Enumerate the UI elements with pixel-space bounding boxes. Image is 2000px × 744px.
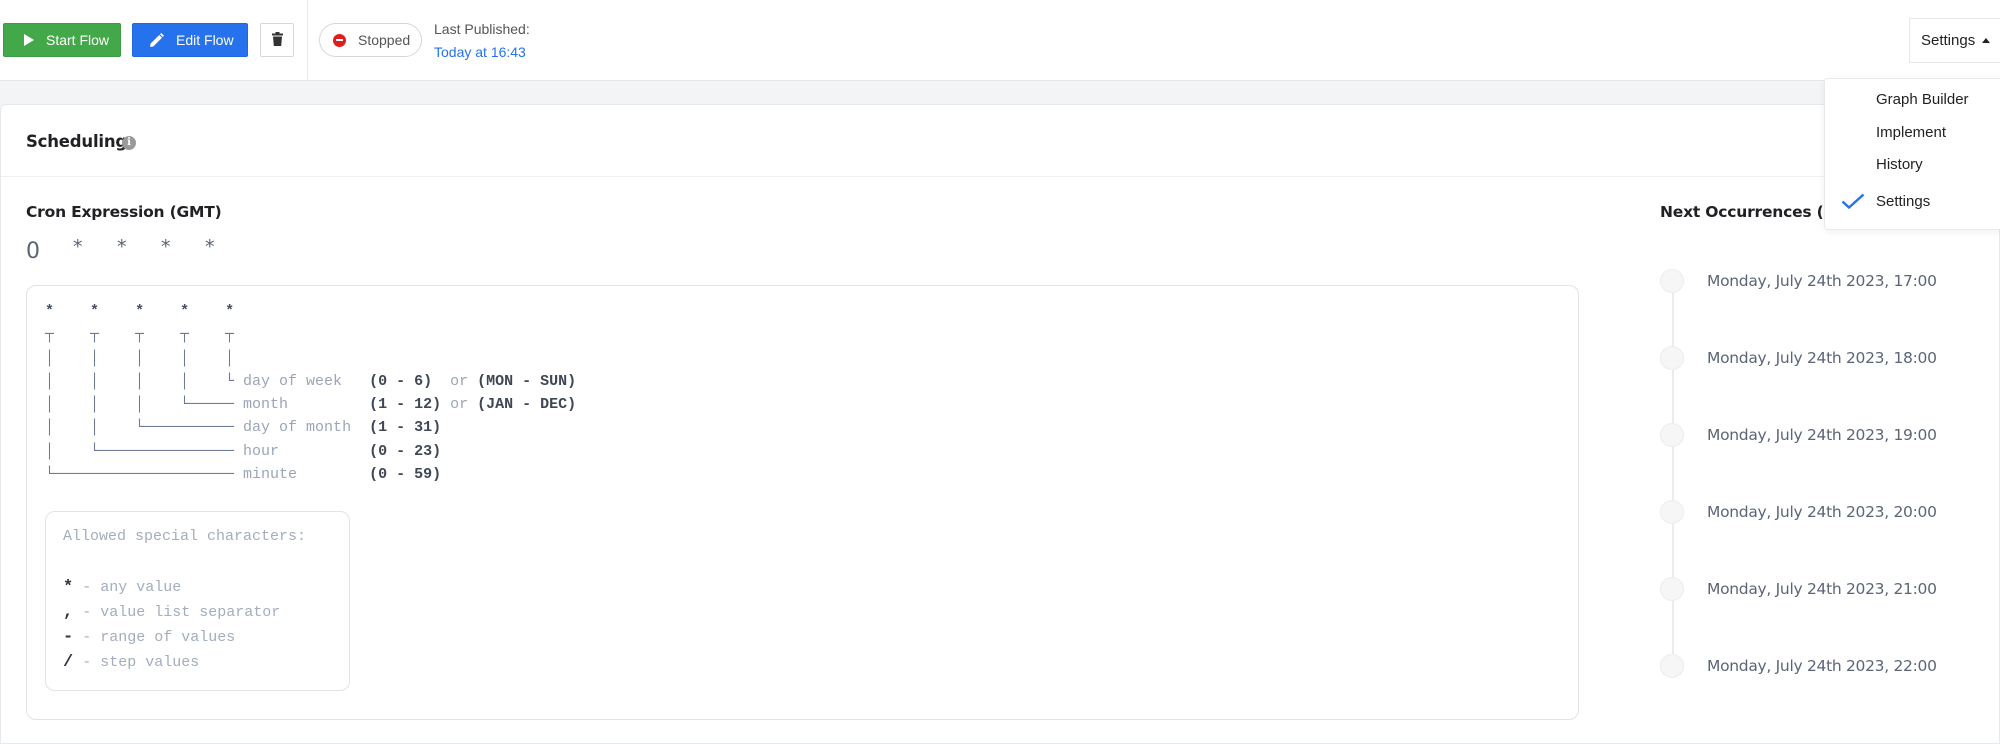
field-range: (0 - 59) xyxy=(369,466,442,484)
allowed-char: / xyxy=(63,653,74,673)
caret-up-icon xyxy=(1982,38,1991,43)
info-icon[interactable]: i xyxy=(122,136,136,150)
scheduling-card: Scheduling i Cron Expression (GMT) 0 * *… xyxy=(0,104,2000,744)
occurrence-item: Monday, July 24th 2023, 21:00 xyxy=(1660,576,1937,602)
trash-icon xyxy=(271,31,283,49)
flow-toolbar: Start Flow Edit Flow Stopped Last Publis… xyxy=(0,0,2000,81)
allowed-desc: - range of values xyxy=(82,629,236,647)
allowed-desc: - step values xyxy=(82,654,200,672)
menu-item-graph-builder[interactable]: Graph Builder xyxy=(1876,91,1969,108)
timeline-dot xyxy=(1660,577,1684,601)
occurrence-item: Monday, July 24th 2023, 17:00 xyxy=(1660,268,1937,294)
field-or: or xyxy=(450,396,469,414)
field-name: minute xyxy=(243,466,298,484)
settings-dropdown-label: Settings xyxy=(1921,32,1976,49)
stop-icon xyxy=(333,33,346,47)
cron-field-day-of-week: * xyxy=(205,236,215,258)
allowed-characters-list: Allowed special characters: * - any valu… xyxy=(63,524,306,676)
status-badge: Stopped xyxy=(319,23,422,57)
field-alt: (MON - SUN) xyxy=(477,372,577,390)
field-range: (0 - 23) xyxy=(369,442,442,460)
settings-dropdown-button[interactable]: Settings xyxy=(1909,18,2000,63)
timeline-dot xyxy=(1660,654,1684,678)
status-text: Stopped xyxy=(358,32,411,48)
timeline-line xyxy=(1672,283,1674,668)
occurrence-text: Monday, July 24th 2023, 21:00 xyxy=(1707,580,1937,598)
allowed-characters-box: Allowed special characters: * - any valu… xyxy=(45,511,350,691)
timeline-dot xyxy=(1660,500,1684,524)
timeline-dot xyxy=(1660,423,1684,447)
field-alt: (JAN - DEC) xyxy=(477,396,577,414)
toolbar-divider xyxy=(307,0,308,80)
diagram-star: * xyxy=(180,303,190,320)
field-name: hour xyxy=(243,442,280,460)
field-name: month xyxy=(243,396,289,414)
cron-field-minute: 0 xyxy=(26,239,40,264)
menu-item-settings[interactable]: Settings xyxy=(1876,193,1930,210)
occurrence-item: Monday, July 24th 2023, 18:00 xyxy=(1660,345,1937,371)
checkmark-icon xyxy=(1841,193,1865,209)
allowed-char: - xyxy=(63,628,74,648)
occurrence-text: Monday, July 24th 2023, 20:00 xyxy=(1707,503,1937,521)
occurrence-text: Monday, July 24th 2023, 22:00 xyxy=(1707,657,1937,675)
occurrence-text: Monday, July 24th 2023, 19:00 xyxy=(1707,426,1937,444)
start-flow-button[interactable]: Start Flow xyxy=(3,23,121,57)
occurrence-item: Monday, July 24th 2023, 20:00 xyxy=(1660,499,1937,525)
card-header: Scheduling i xyxy=(1,105,1999,177)
settings-dropdown-menu: Graph Builder Implement History Settings xyxy=(1824,78,2000,230)
allowed-title: Allowed special characters: xyxy=(63,528,307,545)
cron-help-box: * * * * * ┬ ┬ ┬ ┬ ┬ │ │ │ │ │ │ │ │ │ └ … xyxy=(26,285,1579,720)
field-name: day of week xyxy=(243,372,343,390)
field-range: (0 - 6) xyxy=(369,372,433,390)
pencil-icon xyxy=(149,32,164,48)
occurrence-text: Monday, July 24th 2023, 17:00 xyxy=(1707,272,1937,290)
menu-item-history[interactable]: History xyxy=(1876,156,1923,173)
cron-diagram: * * * * * ┬ ┬ ┬ ┬ ┬ │ │ │ │ │ │ │ │ │ └ … xyxy=(45,303,577,484)
cron-field-hour: * xyxy=(73,236,83,258)
occurrence-text: Monday, July 24th 2023, 18:00 xyxy=(1707,349,1937,367)
allowed-desc: - value list separator xyxy=(82,603,281,621)
field-range: (1 - 31) xyxy=(369,419,442,437)
field-range: (1 - 12) xyxy=(369,396,442,414)
diagram-star: * xyxy=(90,303,100,320)
timeline-dot xyxy=(1660,269,1684,293)
card-title: Scheduling xyxy=(26,132,128,151)
allowed-char: * xyxy=(63,577,74,597)
occurrence-item: Monday, July 24th 2023, 19:00 xyxy=(1660,422,1937,448)
play-icon xyxy=(24,34,34,46)
delete-flow-button[interactable] xyxy=(260,23,294,57)
field-or: or xyxy=(450,372,469,390)
occurrence-item: Monday, July 24th 2023, 22:00 xyxy=(1660,653,1937,679)
diagram-star: * xyxy=(45,303,55,320)
field-name: day of month xyxy=(243,419,352,437)
timeline-dot xyxy=(1660,346,1684,370)
cron-expression-label: Cron Expression (GMT) xyxy=(26,203,222,221)
last-published-label: Last Published: xyxy=(434,21,530,37)
diagram-star: * xyxy=(135,303,145,320)
start-flow-label: Start Flow xyxy=(46,32,110,48)
cron-field-month: * xyxy=(161,236,171,258)
menu-item-implement[interactable]: Implement xyxy=(1876,124,1946,141)
cron-expression-value: 0 * * * * xyxy=(26,236,249,264)
edit-flow-button[interactable]: Edit Flow xyxy=(132,23,248,57)
cron-field-day-of-month: * xyxy=(117,236,127,258)
edit-flow-label: Edit Flow xyxy=(176,32,234,48)
allowed-char: , xyxy=(63,602,74,622)
allowed-desc: - any value xyxy=(82,578,182,596)
last-published-value[interactable]: Today at 16:43 xyxy=(434,44,526,60)
diagram-star: * xyxy=(225,303,235,320)
